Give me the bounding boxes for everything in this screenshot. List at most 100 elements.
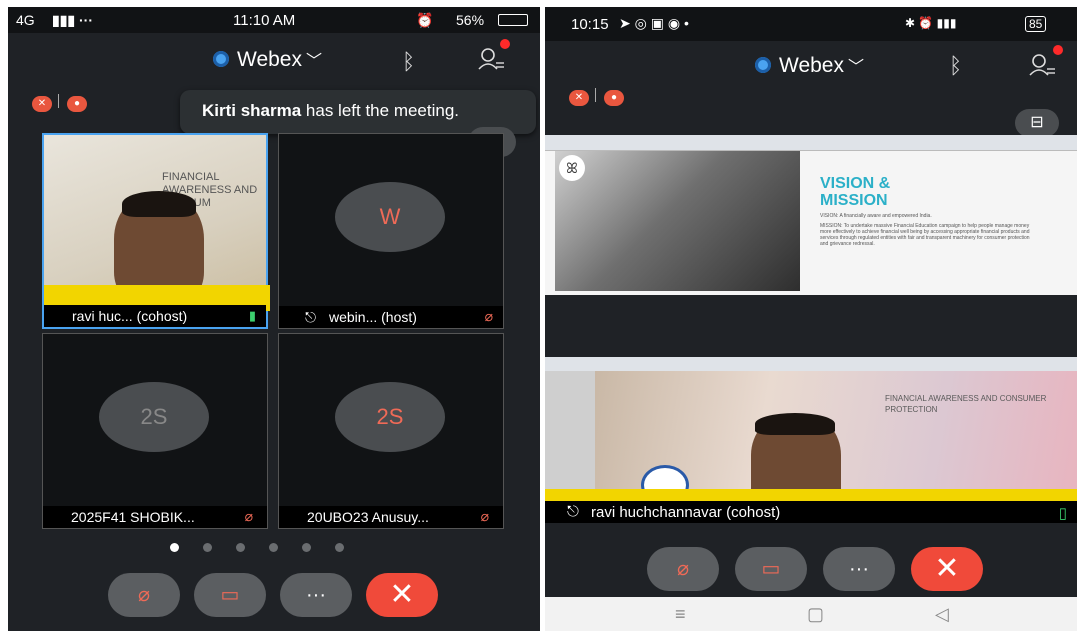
app-name: Webex	[237, 48, 302, 71]
network-indicator: 4G	[16, 12, 35, 28]
page-dot[interactable]	[236, 543, 245, 552]
webex-logo-icon	[755, 57, 771, 73]
more-button[interactable]: ···	[280, 573, 352, 617]
share-icon: ⎋	[305, 309, 317, 325]
back-nav-icon[interactable]: ◁	[935, 604, 949, 625]
participant-name: ravi huchchannavar (cohost)	[591, 504, 781, 521]
chevron-down-icon: ﹀	[847, 59, 864, 76]
video-tile-ravi[interactable]: FINANCIAL AWARENESS AND CONSUM ravi huc.…	[42, 133, 270, 329]
avatar: W	[335, 182, 445, 252]
slide-title-line2: MISSION	[820, 192, 888, 209]
avatar: 2S	[335, 382, 445, 452]
video-tile-shobik[interactable]: 2S 2025F41 SHOBIK... ⌀	[42, 333, 268, 529]
video-tile-anusuy[interactable]: 2S 20UBO23 Anusuy... ⌀	[278, 333, 504, 529]
mute-indicator-icon: ✕	[569, 90, 589, 106]
mute-button[interactable]: ⌀	[647, 547, 719, 591]
leave-meeting-button[interactable]: ✕	[911, 547, 983, 591]
video-tile-ravi-large[interactable]: FINANCIAL AWARENESS AND CONSUMER PROTECT…	[545, 357, 1077, 523]
close-icon: ✕	[389, 578, 415, 611]
video-tile-webinar-host[interactable]: W ⎋ webin... (host) ⌀	[278, 133, 504, 329]
status-bar: 4G ▮▮▮ ··· 11:10 AM ⏰ 56%	[8, 7, 540, 33]
tile-label: ravi huc... (cohost) ▮	[44, 305, 266, 327]
person-hair	[755, 413, 835, 435]
person-hair	[122, 191, 196, 217]
app-switcher[interactable]: Webex ﹀	[213, 47, 322, 72]
battery-icon: 85	[1025, 16, 1047, 32]
page-dot[interactable]	[335, 543, 344, 552]
more-icon: ···	[306, 584, 326, 606]
top-bar: Webex ﹀ ᛒ	[8, 33, 540, 85]
status-time: 11:10 AM	[233, 12, 296, 29]
annotate-icon[interactable]: ꕤ	[559, 155, 585, 181]
mic-muted-icon: ⌀	[480, 508, 489, 524]
record-indicator-icon: ●	[67, 96, 87, 112]
notification-icons: ➤ ◎ ▣ ◉ •	[619, 15, 689, 31]
page-dot[interactable]	[302, 543, 311, 552]
share-icon: ⎋	[567, 503, 579, 520]
notification-dot	[1053, 45, 1063, 55]
participants-icon	[478, 48, 504, 70]
android-nav-bar: ≡ ▢ ◁	[545, 597, 1077, 631]
meeting-indicators: ✕ ●	[32, 93, 93, 112]
video-toggle-button[interactable]: ▭	[735, 547, 807, 591]
slide-title: VISION & MISSION	[820, 175, 890, 209]
mic-on-icon: ▯	[1058, 505, 1067, 522]
home-nav-icon[interactable]: ▢	[807, 604, 824, 625]
battery-percent: 56%	[456, 12, 485, 28]
participant-name: 2025F41 SHOBIK...	[71, 509, 195, 525]
close-icon: ✕	[934, 552, 960, 585]
alarm-icon: ⏰	[416, 12, 434, 28]
participants-button[interactable]	[1029, 45, 1063, 77]
system-icons: ✱ ⏰ ▮▮▮	[905, 16, 957, 30]
participants-icon	[1029, 54, 1055, 76]
slide-vision: VISION: A financially aware and empowere…	[820, 213, 932, 219]
signal-icon: ▮▮▮ ···	[52, 12, 93, 28]
tile-label: 2025F41 SHOBIK... ⌀	[43, 506, 267, 528]
bluetooth-icon[interactable]: ᛒ	[949, 53, 962, 79]
video-off-icon: ▭	[761, 558, 781, 580]
webex-logo-icon	[213, 51, 229, 67]
left-phone-screen: 4G ▮▮▮ ··· 11:10 AM ⏰ 56% Webex ﹀ ᛒ ✕ ● Ki…	[8, 7, 540, 631]
page-dot[interactable]	[170, 543, 179, 552]
video-toolbar	[545, 357, 1077, 371]
shared-screen[interactable]: ꕤ VISION & MISSION VISION: A financially…	[545, 135, 1077, 295]
participant-name: webin... (host)	[329, 309, 417, 325]
app-name: Webex	[779, 54, 844, 77]
viewer-toolbar	[545, 135, 1077, 151]
leave-meeting-button[interactable]: ✕	[366, 573, 438, 617]
participant-name: ravi huc... (cohost)	[72, 308, 188, 324]
avatar: 2S	[99, 382, 209, 452]
mute-button[interactable]: ⌀	[108, 573, 180, 617]
video-toggle-button[interactable]: ▭	[194, 573, 266, 617]
tile-label: 20UBO23 Anusuy... ⌀	[279, 506, 503, 528]
page-dot[interactable]	[269, 543, 278, 552]
mute-indicator-icon: ✕	[32, 96, 52, 112]
more-icon: ···	[849, 558, 869, 580]
participant-name: 20UBO23 Anusuy...	[307, 509, 429, 525]
status-bar: 10:15 ➤ ◎ ▣ ◉ • ✱ ⏰ ▮▮▮ 85	[545, 7, 1077, 41]
status-time: 10:15	[571, 16, 609, 33]
slide-title-line1: VISION &	[820, 175, 891, 192]
mic-muted-icon: ⌀	[137, 584, 151, 606]
participants-button[interactable]	[478, 39, 510, 71]
meeting-indicators: ✕ ●	[569, 87, 630, 106]
toast-name: Kirti sharma	[202, 101, 302, 120]
app-switcher[interactable]: Webex ﹀	[755, 53, 864, 78]
menu-nav-icon[interactable]: ≡	[675, 604, 686, 625]
tile-label: ⎋ webin... (host) ⌀	[279, 306, 503, 328]
toast-message: has left the meeting.	[301, 101, 460, 120]
slide-image	[555, 151, 800, 291]
more-button[interactable]: ···	[823, 547, 895, 591]
top-bar: Webex ﹀ ᛒ	[545, 41, 1077, 93]
page-indicator[interactable]	[170, 539, 368, 557]
right-phone-screen: 10:15 ➤ ◎ ▣ ◉ • ✱ ⏰ ▮▮▮ 85 Webex ﹀ ᛒ ✕ ● ⊟…	[545, 7, 1077, 631]
video-label-bar: ⎋ ravi huchchannavar (cohost) ▯	[545, 501, 1077, 523]
mic-muted-icon: ⌀	[676, 558, 690, 580]
bluetooth-icon[interactable]: ᛒ	[402, 49, 415, 75]
mic-on-icon: ▮	[248, 308, 256, 323]
video-off-icon: ▭	[220, 584, 240, 606]
mic-muted-icon: ⌀	[484, 308, 493, 324]
notification-dot	[500, 39, 510, 49]
page-dot[interactable]	[203, 543, 212, 552]
layout-toggle-icon[interactable]: ⊟	[1015, 109, 1059, 137]
